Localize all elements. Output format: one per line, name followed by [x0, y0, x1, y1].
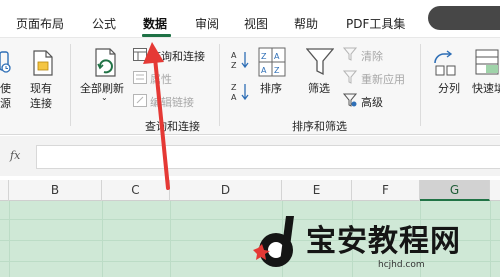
- queries-group-label: 查询和连接: [145, 120, 200, 133]
- group-separator: [219, 44, 220, 126]
- column-header-b[interactable]: B: [9, 180, 102, 201]
- formula-bar: fx: [0, 136, 500, 176]
- sort-icon[interactable]: Z A A Z: [258, 47, 286, 77]
- tab-review[interactable]: 审阅: [195, 15, 219, 32]
- column-header-partial[interactable]: [0, 180, 9, 201]
- properties-button[interactable]: 属性: [150, 71, 172, 87]
- edit-links-icon: [133, 94, 147, 107]
- sort-button-label[interactable]: 排序: [260, 80, 282, 96]
- grid-line: [170, 201, 171, 277]
- ribbon-data: 使 源 现有 连接 全部刷新 ⌄ 查询和连接 属性 编辑链接 查询和连接 A Z…: [0, 37, 500, 135]
- watermark-logo-icon: [253, 216, 294, 267]
- refresh-all-icon[interactable]: [90, 46, 120, 78]
- svg-text:A: A: [261, 66, 267, 75]
- column-header-f[interactable]: F: [352, 180, 420, 201]
- ribbon-tab-bar: 页面布局 公式 数据 审阅 视图 帮助 PDF工具集: [0, 0, 500, 37]
- flash-fill-label[interactable]: 快速填: [472, 80, 500, 96]
- column-header-g[interactable]: G: [420, 180, 490, 201]
- queries-connections-button[interactable]: 查询和连接: [150, 48, 205, 64]
- text-to-columns-label[interactable]: 分列: [438, 80, 460, 96]
- filter-icon[interactable]: [306, 47, 334, 77]
- watermark-title: 宝安教程网: [306, 224, 461, 259]
- sort-ascending-icon[interactable]: A Z: [231, 50, 251, 70]
- svg-text:Z: Z: [231, 61, 237, 70]
- tab-view[interactable]: 视图: [244, 15, 268, 32]
- column-header-c[interactable]: C: [102, 180, 170, 201]
- clear-button[interactable]: 清除: [361, 48, 383, 64]
- grid-line: [9, 201, 10, 277]
- svg-text:Z: Z: [274, 66, 280, 75]
- get-data-label-line1[interactable]: 使: [0, 80, 11, 96]
- column-header-e[interactable]: E: [282, 180, 352, 201]
- properties-icon: [133, 71, 147, 84]
- svg-text:A: A: [274, 52, 280, 61]
- filter-button-label[interactable]: 筛选: [308, 80, 330, 96]
- flash-fill-icon[interactable]: [474, 47, 500, 77]
- tab-page-layout[interactable]: 页面布局: [16, 15, 64, 32]
- existing-connections-label-2[interactable]: 连接: [30, 95, 52, 111]
- svg-text:A: A: [231, 51, 237, 60]
- existing-connections-label-1[interactable]: 现有: [30, 80, 52, 96]
- svg-text:Z: Z: [261, 52, 267, 61]
- chevron-down-icon[interactable]: ⌄: [101, 93, 108, 102]
- reapply-button[interactable]: 重新应用: [361, 71, 405, 87]
- watermark: 宝安教程网 hcjhd.com: [250, 212, 500, 277]
- watermark-url: hcjhd.com: [378, 260, 425, 270]
- get-data-label-line2[interactable]: 源: [0, 95, 11, 111]
- svg-text:A: A: [231, 93, 237, 102]
- insert-function-icon[interactable]: fx: [10, 149, 20, 162]
- existing-connections-icon[interactable]: [31, 49, 55, 77]
- tab-formulas[interactable]: 公式: [92, 15, 116, 32]
- group-separator: [420, 44, 421, 126]
- queries-connections-icon[interactable]: [133, 48, 147, 61]
- formula-input[interactable]: [36, 145, 500, 169]
- edit-links-button[interactable]: 编辑链接: [150, 94, 194, 110]
- account-button[interactable]: [428, 6, 500, 30]
- column-header-d[interactable]: D: [170, 180, 282, 201]
- clear-filter-icon: [343, 47, 357, 61]
- svg-text:Z: Z: [231, 83, 237, 92]
- grid-line: [102, 201, 103, 277]
- column-header-row: B C D E F G: [0, 180, 500, 201]
- tab-help[interactable]: 帮助: [294, 15, 318, 32]
- text-to-columns-icon[interactable]: [432, 49, 458, 77]
- reapply-icon: [343, 70, 357, 84]
- tab-pdf-tools[interactable]: PDF工具集: [346, 15, 405, 32]
- get-data-icon: [0, 51, 11, 73]
- sort-filter-group-label: 排序和筛选: [292, 120, 347, 133]
- advanced-filter-icon[interactable]: [343, 93, 357, 107]
- tab-data[interactable]: 数据: [143, 15, 167, 32]
- advanced-button[interactable]: 高级: [361, 94, 383, 110]
- group-separator: [70, 44, 71, 126]
- sort-descending-icon[interactable]: Z A: [231, 82, 251, 102]
